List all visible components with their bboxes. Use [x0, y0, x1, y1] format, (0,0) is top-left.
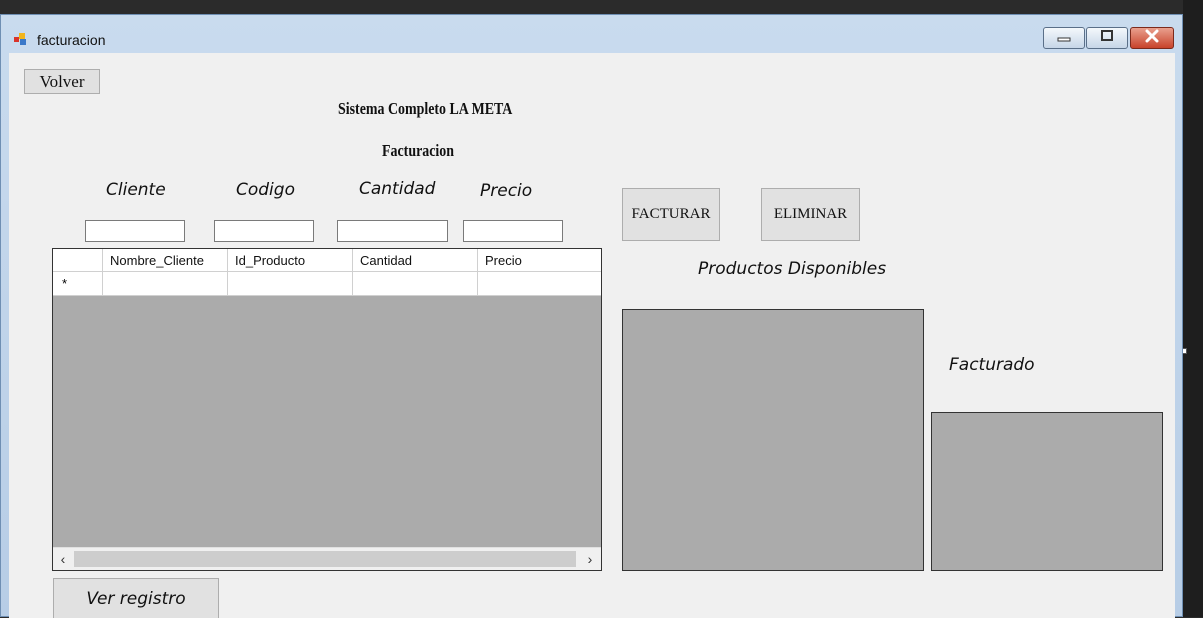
- cell-precio[interactable]: [477, 272, 601, 296]
- maximize-icon: [1100, 29, 1114, 47]
- window-title: facturacion: [37, 32, 106, 48]
- cantidad-label: Cantidad: [359, 179, 436, 199]
- codigo-input[interactable]: [214, 220, 314, 242]
- row-header-new-marker[interactable]: *: [53, 272, 102, 296]
- productos-disponibles-panel[interactable]: [622, 309, 924, 571]
- precio-input[interactable]: [463, 220, 563, 242]
- table-row-new[interactable]: *: [53, 272, 601, 296]
- horizontal-scrollbar[interactable]: ‹ ›: [53, 547, 601, 570]
- precio-label: Precio: [480, 181, 533, 201]
- title-bar[interactable]: facturacion: [1, 15, 1182, 53]
- cliente-input[interactable]: [85, 220, 185, 242]
- volver-button[interactable]: Volver: [24, 69, 100, 94]
- cell-id-producto[interactable]: [227, 272, 352, 296]
- column-header-id-producto[interactable]: Id_Producto: [227, 249, 352, 272]
- column-header-nombre-cliente[interactable]: Nombre_Cliente: [102, 249, 227, 272]
- column-header-precio[interactable]: Precio: [477, 249, 601, 272]
- grid-header-row: Nombre_Cliente Id_Producto Cantidad Prec…: [53, 249, 601, 272]
- close-button[interactable]: [1130, 27, 1174, 49]
- facturacion-window: facturacion Volver Sistema Completo LA M…: [0, 14, 1183, 618]
- productos-disponibles-label: Productos Disponibles: [698, 259, 887, 279]
- system-title: Sistema Completo LA META: [338, 99, 513, 118]
- facturado-label: Facturado: [949, 355, 1035, 375]
- form-icon: [14, 32, 28, 46]
- factura-data-grid[interactable]: Nombre_Cliente Id_Producto Cantidad Prec…: [52, 248, 602, 571]
- cliente-label: Cliente: [106, 180, 166, 200]
- minimize-icon: [1057, 29, 1071, 47]
- facturado-panel[interactable]: [931, 412, 1163, 571]
- cell-cantidad[interactable]: [352, 272, 477, 296]
- scroll-left-icon[interactable]: ‹: [53, 548, 73, 570]
- desktop-background: [1183, 0, 1203, 617]
- cantidad-input[interactable]: [337, 220, 448, 242]
- maximize-button[interactable]: [1086, 27, 1128, 49]
- codigo-label: Codigo: [236, 180, 295, 200]
- section-title: Facturacion: [382, 141, 455, 160]
- minimize-button[interactable]: [1043, 27, 1085, 49]
- cell-nombre-cliente[interactable]: [102, 272, 227, 296]
- eliminar-button[interactable]: ELIMINAR: [761, 188, 860, 241]
- scroll-right-icon[interactable]: ›: [580, 548, 600, 570]
- ver-registro-button[interactable]: Ver registro: [53, 578, 219, 618]
- facturar-button[interactable]: FACTURAR: [622, 188, 720, 241]
- scroll-thumb[interactable]: [74, 551, 576, 567]
- form-client-area: Volver Sistema Completo LA META Facturac…: [9, 53, 1175, 618]
- column-header-cantidad[interactable]: Cantidad: [352, 249, 477, 272]
- close-icon: [1144, 29, 1160, 48]
